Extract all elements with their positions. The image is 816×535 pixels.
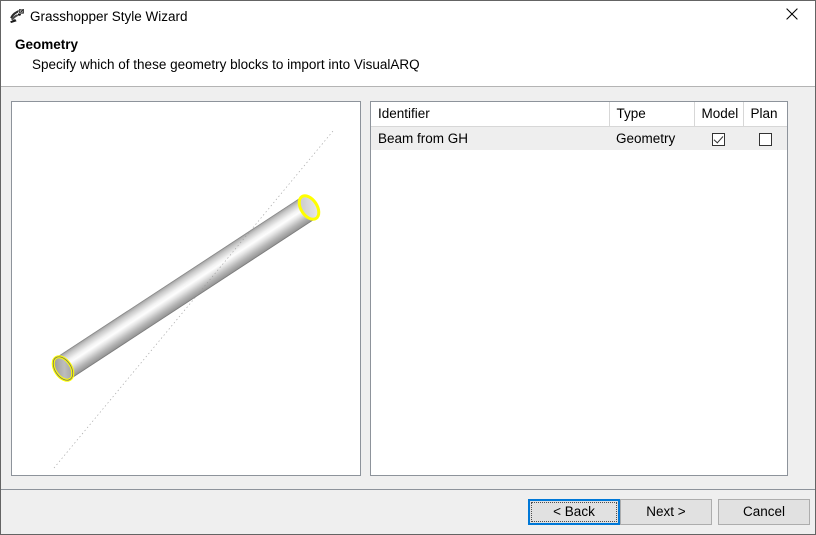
cell-plan	[743, 126, 787, 150]
close-button[interactable]	[769, 1, 815, 31]
cell-type: Geometry	[609, 126, 694, 150]
table-header-row: Identifier Type Model Plan	[371, 102, 787, 127]
grasshopper-icon: 6	[8, 8, 25, 25]
model-checkbox[interactable]	[712, 132, 725, 146]
title-bar: 6 Grasshopper Style Wizard	[1, 1, 815, 31]
wizard-page-header: Geometry Specify which of these geometry…	[1, 31, 815, 87]
column-header-model[interactable]: Model	[694, 102, 744, 127]
back-button[interactable]: < Back	[528, 499, 620, 525]
column-header-type[interactable]: Type	[609, 102, 695, 127]
geometry-blocks-table: Identifier Type Model Plan Beam from GH …	[371, 102, 787, 150]
column-header-identifier[interactable]: Identifier	[371, 102, 610, 127]
grasshopper-style-wizard-dialog: 6 Grasshopper Style Wizard Geometry Spec…	[0, 0, 816, 535]
cell-model	[694, 126, 743, 150]
table-row[interactable]: Beam from GH Geometry	[371, 126, 787, 150]
close-icon	[786, 7, 798, 25]
svg-text:6: 6	[20, 9, 23, 15]
next-button[interactable]: Next >	[620, 499, 712, 525]
geometry-preview-panel[interactable]	[11, 101, 361, 476]
cancel-button[interactable]: Cancel	[718, 499, 810, 525]
page-subtitle: Specify which of these geometry blocks t…	[32, 57, 420, 72]
cell-identifier: Beam from GH	[371, 126, 609, 150]
window-title: Grasshopper Style Wizard	[30, 9, 188, 24]
plan-checkbox[interactable]	[758, 132, 772, 146]
beam-geometry-preview	[12, 102, 360, 475]
geometry-blocks-panel[interactable]: Identifier Type Model Plan Beam from GH …	[370, 101, 788, 476]
back-button-label: < Back	[553, 504, 595, 519]
column-header-plan[interactable]: Plan	[743, 102, 787, 127]
dialog-footer: < Back Next > Cancel	[1, 489, 815, 534]
dialog-body: Identifier Type Model Plan Beam from GH …	[1, 87, 815, 489]
page-title: Geometry	[15, 37, 79, 52]
